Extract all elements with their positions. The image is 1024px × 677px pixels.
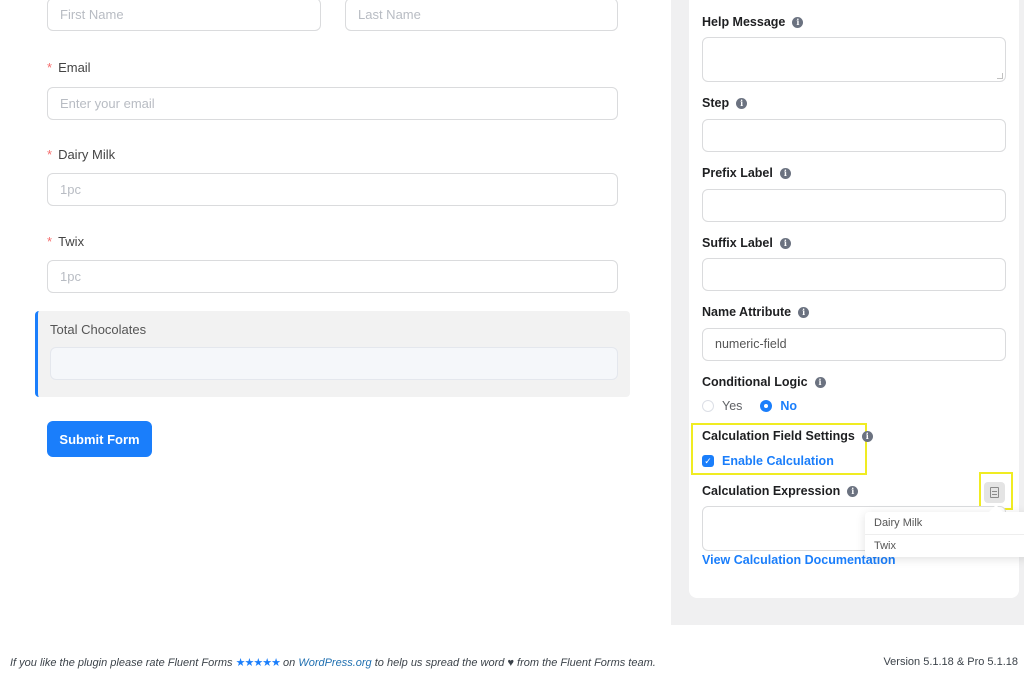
- calc-expression-label: Calculation Expression i: [702, 484, 859, 498]
- email-input[interactable]: Enter your email: [47, 87, 618, 120]
- info-icon[interactable]: i: [847, 485, 859, 497]
- email-label: * Email: [47, 60, 91, 75]
- radio-circle[interactable]: [702, 400, 714, 412]
- info-icon[interactable]: i: [792, 16, 804, 28]
- conditional-logic-label: Conditional Logic i: [702, 375, 826, 389]
- footer-text-4: from the Fluent Forms team.: [517, 657, 656, 669]
- info-icon[interactable]: i: [798, 306, 810, 318]
- radio-no[interactable]: No: [760, 399, 797, 413]
- required-mark: *: [47, 60, 53, 75]
- required-mark: *: [47, 234, 53, 249]
- page: First Name Last Name * Email Enter your e…: [0, 0, 1024, 677]
- radio-no-label: No: [780, 399, 798, 413]
- name-attribute-input[interactable]: numeric-field: [702, 328, 1006, 361]
- info-icon[interactable]: i: [736, 97, 748, 109]
- prefix-label-text: Prefix Label: [702, 166, 773, 180]
- checkmark-icon[interactable]: ✓: [702, 455, 714, 467]
- radio-yes-label: Yes: [722, 399, 743, 413]
- twix-label-text: Twix: [58, 234, 85, 249]
- footer-rating-text: If you like the plugin please rate Fluen…: [10, 656, 656, 669]
- suffix-label-input[interactable]: [702, 258, 1006, 291]
- star-rating-icon[interactable]: ★★★★★: [236, 657, 281, 669]
- admin-footer: If you like the plugin please rate Fluen…: [0, 625, 1024, 677]
- resize-handle[interactable]: [997, 73, 1003, 79]
- suffix-label-label: Suffix Label i: [702, 236, 791, 250]
- radio-circle-checked[interactable]: [760, 400, 773, 412]
- dropdown-item-twix[interactable]: Twix: [865, 534, 1024, 556]
- submit-form-button[interactable]: Submit Form: [47, 421, 152, 457]
- insert-field-button[interactable]: [984, 482, 1005, 503]
- conditional-logic-label-text: Conditional Logic: [702, 375, 808, 389]
- total-chocolates-input[interactable]: [50, 347, 618, 380]
- first-name-input[interactable]: First Name: [47, 0, 321, 31]
- conditional-logic-radio-group: Yes No: [702, 399, 815, 413]
- dairy-milk-label: * Dairy Milk: [47, 147, 115, 162]
- help-message-label-text: Help Message: [702, 15, 786, 29]
- name-attribute-label-text: Name Attribute: [702, 305, 792, 319]
- version-text: Version 5.1.18 & Pro 5.1.18: [883, 656, 1018, 668]
- document-list-icon: [990, 487, 999, 498]
- help-message-textarea[interactable]: [702, 37, 1006, 82]
- footer-text-2: on: [283, 657, 296, 669]
- dairy-milk-input[interactable]: 1pc: [47, 173, 618, 206]
- form-preview: First Name Last Name * Email Enter your e…: [0, 0, 660, 625]
- last-name-input[interactable]: Last Name: [345, 0, 618, 31]
- suffix-label-text: Suffix Label: [702, 236, 773, 250]
- help-message-label: Help Message i: [702, 15, 804, 29]
- enable-calculation-checkbox[interactable]: ✓ Enable Calculation: [702, 454, 834, 468]
- prefix-label-label: Prefix Label i: [702, 166, 791, 180]
- step-label-text: Step: [702, 96, 730, 110]
- enable-calculation-label: Enable Calculation: [722, 454, 834, 468]
- total-chocolates-label: Total Chocolates: [50, 322, 147, 337]
- wordpress-org-link[interactable]: WordPress.org: [298, 657, 371, 669]
- info-icon[interactable]: i: [861, 430, 873, 442]
- dropdown-item-dairy-milk[interactable]: Dairy Milk: [865, 512, 1024, 534]
- info-icon[interactable]: i: [779, 237, 791, 249]
- dairy-milk-label-text: Dairy Milk: [58, 147, 116, 162]
- field-picker-dropdown: Dairy Milk Twix: [865, 504, 1024, 557]
- required-mark: *: [47, 147, 53, 162]
- twix-input[interactable]: 1pc: [47, 260, 618, 293]
- step-input[interactable]: [702, 119, 1006, 152]
- footer-text-3: to help us spread the word: [374, 657, 505, 669]
- calc-field-settings-label: Calculation Field Settings i: [702, 429, 873, 443]
- calc-field-settings-label-text: Calculation Field Settings: [702, 429, 855, 443]
- total-chocolates-field-selected[interactable]: Total Chocolates: [35, 311, 630, 397]
- calc-expression-label-text: Calculation Expression: [702, 484, 841, 498]
- step-label: Step i: [702, 96, 748, 110]
- email-label-text: Email: [58, 60, 91, 75]
- twix-label: * Twix: [47, 234, 84, 249]
- prefix-label-input[interactable]: [702, 189, 1006, 222]
- info-icon[interactable]: i: [779, 167, 791, 179]
- info-icon[interactable]: i: [814, 376, 826, 388]
- heart-icon: ♥: [507, 657, 514, 669]
- footer-text-1: If you like the plugin please rate Fluen…: [10, 657, 233, 669]
- name-attribute-label: Name Attribute i: [702, 305, 810, 319]
- radio-yes[interactable]: Yes: [702, 399, 742, 413]
